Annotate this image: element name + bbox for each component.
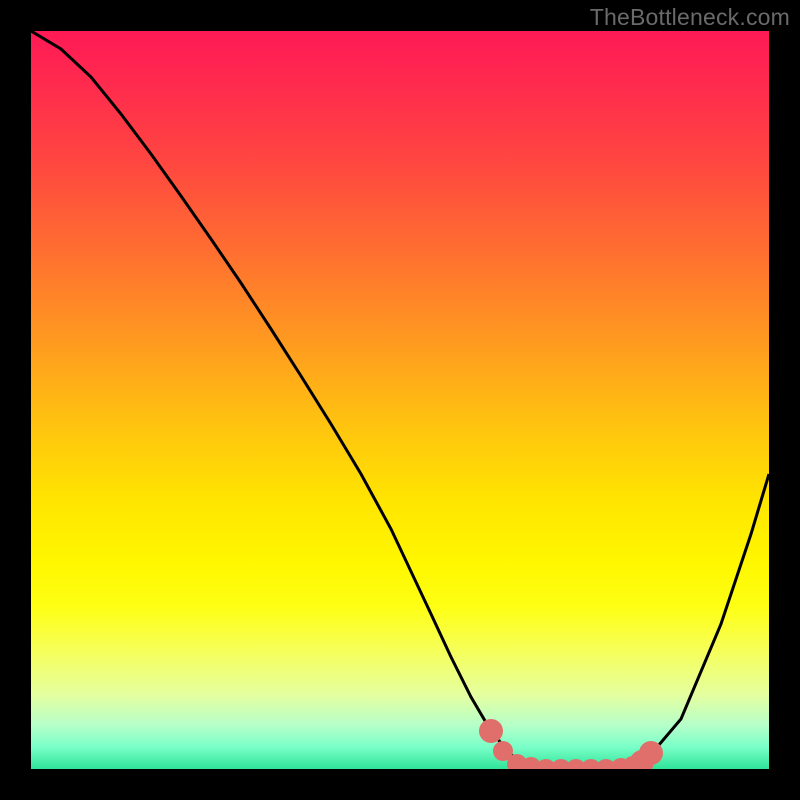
curve-markers bbox=[479, 719, 663, 769]
chart-frame bbox=[31, 31, 769, 769]
watermark-text: TheBottleneck.com bbox=[590, 4, 790, 31]
bottleneck-plot bbox=[31, 31, 769, 769]
curve-marker bbox=[639, 741, 663, 765]
bottleneck-curve bbox=[31, 31, 769, 769]
curve-marker bbox=[479, 719, 503, 743]
